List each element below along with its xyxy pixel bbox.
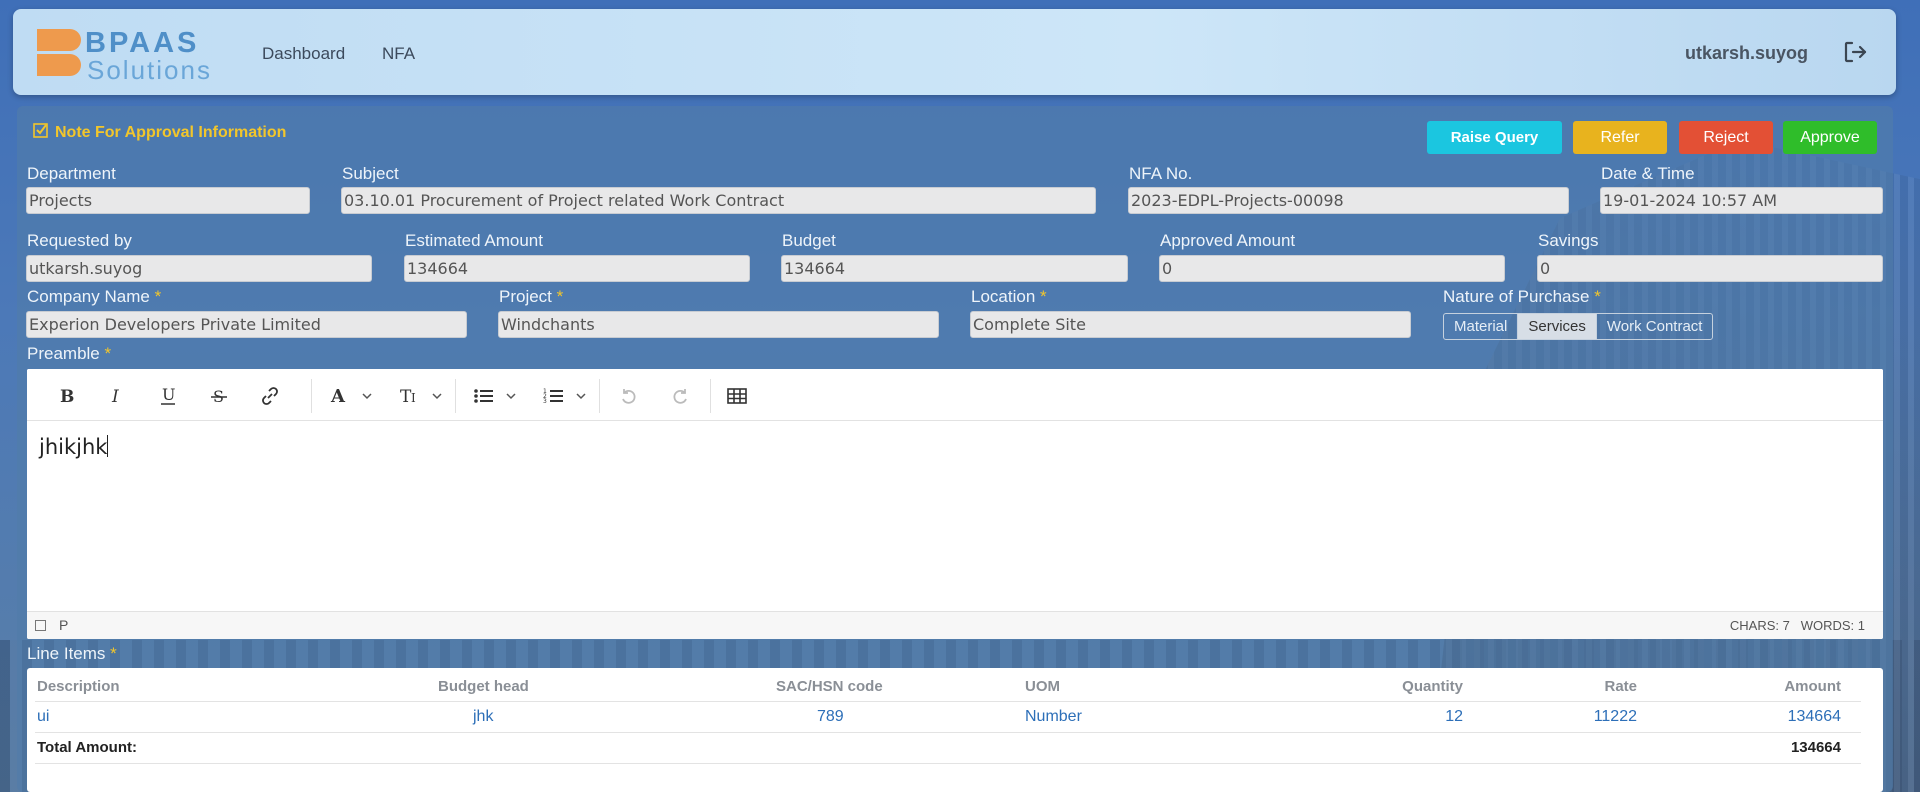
undo-icon[interactable] bbox=[615, 382, 643, 410]
nature-of-purchase-label: Nature of Purchase * bbox=[1443, 287, 1601, 306]
department-label: Department bbox=[27, 164, 116, 183]
column-header-budget-head: Budget head bbox=[438, 678, 529, 695]
cell-sac-hsn: 789 bbox=[817, 708, 844, 725]
numbered-list-icon[interactable]: 123 bbox=[539, 382, 595, 410]
cell-quantity: 12 bbox=[1445, 708, 1463, 725]
nop-option-services[interactable]: Services bbox=[1518, 314, 1597, 339]
svg-text:I: I bbox=[411, 391, 416, 405]
svg-text:A: A bbox=[330, 386, 346, 406]
user-name[interactable]: utkarsh.suyog bbox=[1685, 43, 1808, 64]
location-label: Location * bbox=[971, 287, 1047, 306]
budget-field[interactable]: 134664 bbox=[781, 255, 1128, 282]
column-header-amount: Amount bbox=[1784, 678, 1841, 695]
raise-query-button[interactable]: Raise Query bbox=[1427, 121, 1562, 154]
savings-field[interactable]: 0 bbox=[1537, 255, 1883, 282]
estimated-amount-label: Estimated Amount bbox=[405, 231, 543, 250]
column-header-uom: UOM bbox=[1025, 678, 1060, 695]
editor-statusbar: P CHARS: 7 WORDS: 1 bbox=[27, 611, 1883, 639]
strikethrough-icon[interactable]: S bbox=[205, 382, 233, 410]
date-time-field[interactable]: 19-01-2024 10:57 AM bbox=[1600, 187, 1883, 214]
total-amount-label: Total Amount: bbox=[37, 739, 137, 756]
font-size-icon[interactable]: TI bbox=[395, 382, 451, 410]
line-items-table: Description Budget head SAC/HSN code UOM… bbox=[27, 668, 1883, 792]
top-header: BPAAS Solutions Dashboard NFA utkarsh.su… bbox=[13, 9, 1896, 95]
svg-text:B: B bbox=[60, 387, 74, 405]
logo-mark bbox=[35, 27, 81, 77]
logo[interactable]: BPAAS Solutions bbox=[35, 27, 245, 85]
svg-text:3: 3 bbox=[543, 398, 547, 405]
column-header-quantity: Quantity bbox=[1402, 678, 1463, 695]
bullet-list-icon[interactable] bbox=[469, 382, 525, 410]
nature-of-purchase-toggle[interactable]: Material Services Work Contract bbox=[1443, 313, 1714, 340]
column-header-rate: Rate bbox=[1604, 678, 1637, 695]
estimated-amount-field[interactable]: 134664 bbox=[404, 255, 750, 282]
editor-toolbar: B I U S A TI 123 bbox=[27, 369, 1883, 421]
cell-budget-head: jhk bbox=[473, 708, 494, 725]
location-field[interactable]: Complete Site bbox=[970, 311, 1411, 338]
logo-line2: Solutions bbox=[87, 55, 212, 85]
nav-dashboard[interactable]: Dashboard bbox=[262, 44, 345, 64]
column-header-sac-hsn: SAC/HSN code bbox=[776, 678, 883, 695]
department-field[interactable]: Projects bbox=[26, 187, 310, 214]
preamble-label: Preamble * bbox=[27, 344, 112, 363]
requested-by-label: Requested by bbox=[27, 231, 132, 250]
redo-icon[interactable] bbox=[666, 382, 694, 410]
project-field[interactable]: Windchants bbox=[498, 311, 939, 338]
preamble-editor[interactable]: B I U S A TI 123 jhikjhk P CHARS: 7 WORD… bbox=[27, 369, 1883, 639]
row-divider bbox=[35, 732, 1861, 733]
link-icon[interactable] bbox=[256, 382, 284, 410]
approved-amount-field[interactable]: 0 bbox=[1159, 255, 1505, 282]
approved-amount-label: Approved Amount bbox=[1160, 231, 1296, 250]
subject-field[interactable]: 03.10.01 Procurement of Project related … bbox=[341, 187, 1096, 214]
nfa-no-label: NFA No. bbox=[1129, 164, 1193, 183]
section-title-text: Note For Approval Information bbox=[55, 123, 287, 141]
company-name-field[interactable]: Experion Developers Private Limited bbox=[26, 311, 467, 338]
underline-icon[interactable]: U bbox=[154, 382, 182, 410]
project-label: Project * bbox=[499, 287, 564, 306]
italic-icon[interactable]: I bbox=[103, 382, 131, 410]
nop-option-work-contract[interactable]: Work Contract bbox=[1597, 314, 1713, 339]
char-word-count: CHARS: 7 WORDS: 1 bbox=[1729, 618, 1865, 633]
total-amount-value: 134664 bbox=[1790, 739, 1841, 756]
date-time-label: Date & Time bbox=[1601, 164, 1695, 183]
refer-button[interactable]: Refer bbox=[1573, 121, 1667, 154]
line-items-label: Line Items * bbox=[27, 644, 117, 663]
subject-label: Subject bbox=[342, 164, 399, 183]
reject-button[interactable]: Reject bbox=[1679, 121, 1773, 154]
cell-description: ui bbox=[37, 708, 50, 725]
block-type-indicator: P bbox=[59, 617, 69, 633]
resize-icon[interactable] bbox=[35, 620, 46, 631]
header-divider bbox=[35, 701, 1861, 702]
total-divider bbox=[35, 763, 1861, 764]
bold-icon[interactable]: B bbox=[52, 382, 80, 410]
cell-rate: 11222 bbox=[1593, 708, 1637, 725]
nav-nfa[interactable]: NFA bbox=[382, 44, 415, 64]
svg-text:S: S bbox=[213, 387, 224, 405]
font-color-icon[interactable]: A bbox=[325, 382, 381, 410]
cell-uom: Number bbox=[1025, 708, 1082, 725]
svg-text:U: U bbox=[162, 386, 175, 404]
savings-label: Savings bbox=[1538, 231, 1599, 250]
budget-label: Budget bbox=[782, 231, 836, 250]
checkbox-icon bbox=[33, 122, 49, 143]
column-header-description: Description bbox=[37, 678, 120, 695]
requested-by-field[interactable]: utkarsh.suyog bbox=[26, 255, 372, 282]
logout-icon[interactable] bbox=[1842, 39, 1868, 65]
table-icon[interactable] bbox=[723, 382, 751, 410]
cell-amount: 134664 bbox=[1787, 708, 1841, 725]
company-name-label: Company Name * bbox=[27, 287, 162, 306]
section-title: Note For Approval Information bbox=[33, 122, 286, 143]
nop-option-material[interactable]: Material bbox=[1444, 314, 1519, 339]
preamble-content[interactable]: jhikjhk bbox=[39, 435, 109, 459]
svg-text:I: I bbox=[111, 387, 119, 405]
approve-button[interactable]: Approve bbox=[1783, 121, 1877, 154]
nfa-no-field[interactable]: 2023-EDPL-Projects-00098 bbox=[1128, 187, 1569, 214]
